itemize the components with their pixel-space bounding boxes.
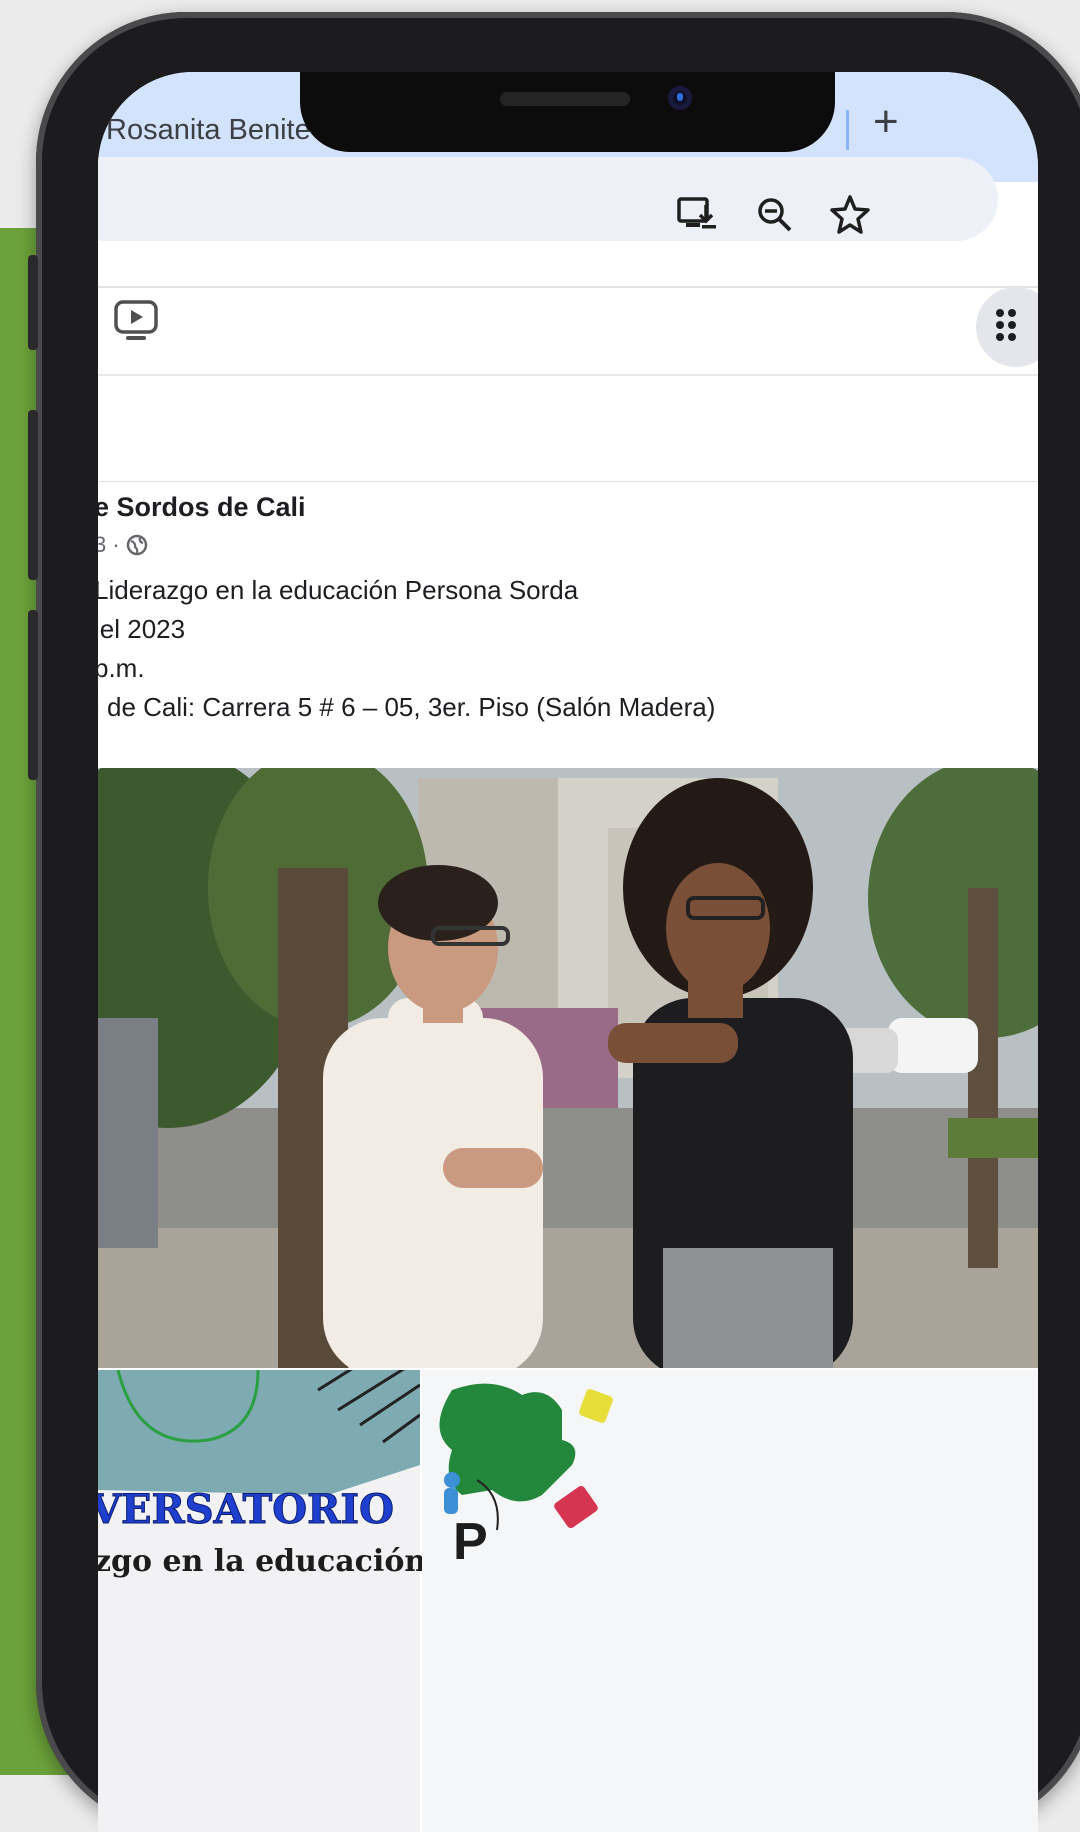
post-thumbnails: VERSATORIO zgo en la educación P	[98, 1370, 1038, 1832]
facebook-nav-bar	[98, 288, 1038, 376]
side-button-volume-down	[28, 610, 38, 780]
side-button-volume-up	[28, 410, 38, 580]
front-camera	[668, 86, 692, 110]
post-card	[98, 482, 1038, 772]
phone-screen: Rosanita Benite + e Sordos de Cali 3 · L…	[98, 72, 1038, 1832]
menu-grid-icon	[996, 309, 1016, 341]
install-app-icon[interactable]	[675, 193, 719, 237]
feed-spacer	[98, 376, 1038, 483]
globe-icon	[126, 534, 148, 556]
bookmark-star-icon[interactable]	[828, 193, 872, 237]
post-meta: 3 ·	[98, 532, 148, 558]
phone-notch	[300, 72, 835, 152]
tab-separator	[846, 110, 849, 150]
thumbnail-title: VERSATORIO	[98, 1486, 394, 1534]
post-author[interactable]: e Sordos de Cali	[98, 492, 306, 523]
video-icon[interactable]	[112, 296, 160, 344]
post-text-line: lel 2023	[98, 614, 186, 644]
post-text-line: Liderazgo en la educación Persona Sorda	[98, 575, 579, 605]
thumbnail-conversatorio[interactable]	[98, 1370, 420, 1832]
post-timestamp[interactable]: 3 ·	[98, 532, 120, 557]
browser-tab-title[interactable]: Rosanita Benite	[106, 114, 311, 147]
post-photo[interactable]	[98, 768, 1038, 1368]
thumbnail-puzzle[interactable]	[422, 1370, 1038, 1832]
earpiece-speaker	[500, 92, 630, 106]
new-tab-button[interactable]: +	[873, 100, 899, 144]
zoom-out-icon[interactable]	[753, 193, 797, 237]
post-text-line: p.m.	[98, 653, 145, 683]
thumbnail-subtitle: zgo en la educación	[98, 1544, 427, 1579]
side-button-mute	[28, 255, 38, 350]
thumbnail-letter: P	[453, 1513, 488, 1571]
post-text-line: l de Cali: Carrera 5 # 6 – 05, 3er. Piso…	[98, 692, 716, 722]
